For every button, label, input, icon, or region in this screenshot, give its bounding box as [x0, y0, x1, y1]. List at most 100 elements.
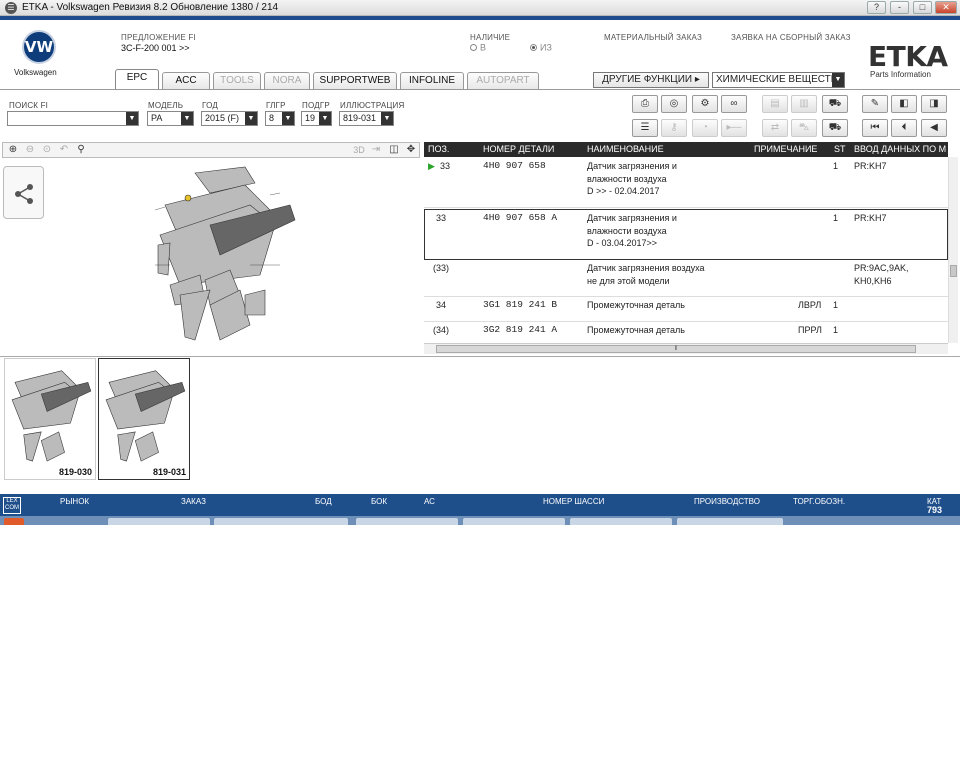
search-fi-input[interactable]: ▼: [7, 111, 139, 126]
tab-infoline[interactable]: INFOLINE: [400, 72, 464, 89]
help-button[interactable]: ?: [867, 1, 886, 14]
thumbnail-item-selected[interactable]: 819-031: [98, 358, 190, 480]
other-functions-button[interactable]: ДРУГИЕ ФУНКЦИИ ▸: [593, 72, 709, 88]
table-row-selected[interactable]: 33 4H0 907 658 A Датчик загрязнения и вл…: [424, 209, 948, 260]
vertical-scrollbar[interactable]: [948, 157, 958, 343]
first-page-icon[interactable]: ⏮: [862, 119, 888, 137]
zoom-in-icon[interactable]: ⊕: [6, 144, 20, 157]
cart-add-icon[interactable]: ⛟: [822, 95, 848, 113]
car-dis-icon[interactable]: ⛍: [791, 119, 817, 137]
tab-autopart[interactable]: AUTOPART: [467, 72, 539, 89]
share-button[interactable]: [3, 166, 44, 219]
table-row[interactable]: (34) 3G2 819 241 A Промежуточная деталь …: [424, 322, 948, 342]
tab-tools[interactable]: TOOLS: [213, 72, 261, 89]
tab-divider: [0, 89, 960, 90]
row-marker-icon: ▶: [428, 161, 435, 171]
tab-epc[interactable]: EPC: [115, 69, 159, 90]
taskbar-item[interactable]: [463, 518, 565, 525]
taskbar-item[interactable]: [214, 518, 348, 525]
availability-label: НАЛИЧИЕ: [470, 33, 511, 42]
wheel-icon[interactable]: ◔: [692, 119, 718, 137]
table-row[interactable]: 34 3G1 819 241 B Промежуточная деталь ЛВ…: [424, 297, 948, 322]
scroll-thumb[interactable]: [950, 265, 957, 277]
elsa-icon[interactable]: ▤: [762, 95, 788, 113]
model-value: PA: [151, 113, 163, 123]
magnifier-icon[interactable]: ⚲: [74, 144, 88, 157]
zoom-prev-icon[interactable]: ↶: [57, 144, 71, 157]
app-menu-icon[interactable]: ☰: [5, 2, 17, 14]
list-icon[interactable]: ☰: [632, 119, 658, 137]
row-st: 1: [833, 213, 839, 223]
row-data: PR:KH7: [854, 161, 887, 171]
row-part-number: 3G2 819 241 A: [483, 324, 558, 335]
col-st[interactable]: ST: [834, 144, 846, 154]
chemicals-select-value: ХИМИЧЕСКИЕ ВЕЩЕСТВА: [716, 74, 844, 85]
zoom-fit-icon[interactable]: ⊙: [40, 144, 54, 157]
taskbar-item[interactable]: [570, 518, 672, 525]
close-button[interactable]: ✕: [935, 1, 957, 14]
taskbar-item[interactable]: [108, 518, 210, 525]
thumbnail-item[interactable]: 819-030: [4, 358, 96, 480]
sub-group-select[interactable]: 19 ▼: [301, 111, 332, 126]
taskbar-item[interactable]: [356, 518, 458, 525]
pin-icon[interactable]: ✎: [862, 95, 888, 113]
col-name[interactable]: НАИМЕНОВАНИЕ: [587, 144, 664, 154]
tab-acc[interactable]: ACC: [162, 72, 210, 89]
assembly-order-label[interactable]: ЗАЯВКА НА СБОРНЫЙ ЗАКАЗ: [731, 33, 851, 42]
row-name-line: D - 03.04.2017>>: [587, 238, 658, 248]
glasses-icon[interactable]: ∞: [721, 95, 747, 113]
cart-icon[interactable]: ⛟: [822, 119, 848, 137]
row-st: 1: [833, 325, 839, 335]
row-pos: 33: [440, 161, 451, 171]
start-button[interactable]: [4, 518, 24, 525]
erwin-icon[interactable]: ▥: [791, 95, 817, 113]
dashboard-illustration[interactable]: [150, 165, 300, 345]
bod-label: БОД: [315, 497, 332, 506]
year-select[interactable]: 2015 (F) ▼: [201, 111, 258, 126]
col-note[interactable]: ПРИМЕЧАНИЕ: [754, 144, 817, 154]
scroll-thumb[interactable]: ⦀: [436, 345, 916, 353]
export-icon[interactable]: ⇥: [369, 144, 383, 157]
zoom-out-icon[interactable]: ⊖: [23, 144, 37, 157]
maximize-button[interactable]: □: [913, 1, 932, 14]
3d-button[interactable]: 3D: [351, 144, 367, 157]
order-label: ЗАКАЗ: [181, 497, 206, 506]
prev-page-icon[interactable]: ◧: [891, 95, 917, 113]
chevron-down-icon: ▼: [381, 112, 393, 125]
chassis-label: НОМЕР ШАССИ: [543, 497, 605, 506]
horizontal-scrollbar[interactable]: ⦀: [424, 343, 948, 354]
thumbnail-label: 819-031: [152, 467, 186, 477]
model-select[interactable]: PA ▼: [147, 111, 194, 126]
availability-option-out[interactable]: ИЗ: [530, 42, 552, 53]
tab-supportweb[interactable]: SUPPORTWEB: [313, 72, 397, 89]
availability-option-in[interactable]: В: [470, 42, 486, 53]
back-icon[interactable]: ◀: [921, 119, 947, 137]
illustration-select[interactable]: 819-031 ▼: [339, 111, 394, 126]
col-part-number[interactable]: НОМЕР ДЕТАЛИ: [483, 144, 554, 154]
prev-icon[interactable]: ⏴: [891, 119, 917, 137]
taskbar-item[interactable]: [677, 518, 783, 525]
car-icon[interactable]: ⚙: [692, 95, 718, 113]
print-icon[interactable]: ⎙: [632, 95, 658, 113]
col-data-entry[interactable]: ВВОД ДАННЫХ ПО М: [854, 144, 946, 154]
cd-icon[interactable]: ◎: [661, 95, 687, 113]
material-order-label[interactable]: МАТЕРИАЛЬНЫЙ ЗАКАЗ: [604, 33, 702, 42]
etka-subtitle: Parts Information: [870, 70, 931, 79]
move-icon[interactable]: ✥: [404, 144, 418, 157]
next-page-icon[interactable]: ◨: [921, 95, 947, 113]
row-name-line: влажности воздуха: [587, 225, 667, 236]
status-bar: LEX COM РЫНОК ЗАКАЗ БОД БОК АС НОМЕР ШАС…: [0, 494, 960, 516]
sub-group-label: ПОДГР: [302, 101, 330, 110]
main-group-select[interactable]: 8 ▼: [265, 111, 295, 126]
tab-nora[interactable]: NORA: [264, 72, 310, 89]
key-icon[interactable]: ⚷: [661, 119, 687, 137]
split-view-icon[interactable]: ◫: [387, 144, 401, 157]
table-row[interactable]: ▶ 33 4H0 907 658 Датчик загрязнения и вл…: [424, 158, 948, 208]
minimize-button[interactable]: -: [890, 1, 909, 14]
table-row[interactable]: (33) Датчик загрязнения воздуха не для э…: [424, 261, 948, 297]
fi-proposal-value[interactable]: 3C-F-200 001 >>: [121, 43, 190, 53]
transfer-icon[interactable]: ⇄: [762, 119, 788, 137]
chemicals-select[interactable]: ХИМИЧЕСКИЕ ВЕЩЕСТВА ▼: [712, 72, 845, 88]
arrow-dash-icon[interactable]: ▸—: [721, 119, 747, 137]
col-pos[interactable]: ПОЗ.: [428, 144, 449, 154]
